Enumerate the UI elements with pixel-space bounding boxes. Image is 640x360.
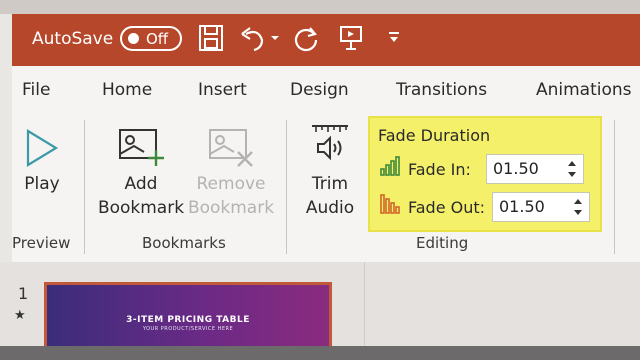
- spinner-arrows-icon[interactable]: [573, 195, 583, 219]
- trim-audio-label-2[interactable]: Audio: [302, 196, 358, 220]
- slide-thumbnail-title: 3-ITEM PRICING TABLE: [126, 315, 250, 325]
- tab-animations[interactable]: Animations: [536, 80, 632, 100]
- spinner-arrows-icon[interactable]: [567, 157, 577, 181]
- fade-out-label: Fade Out:: [408, 198, 486, 217]
- fade-out-value[interactable]: 01.50: [499, 197, 545, 216]
- autosave-state: Off: [146, 30, 169, 48]
- separator: [614, 120, 615, 254]
- customize-toolbar-icon[interactable]: [388, 30, 400, 49]
- separator: [286, 120, 287, 254]
- fade-duration-highlight: Fade Duration Fade In: 01.50 Fade Out: 0…: [368, 116, 602, 232]
- redo-icon[interactable]: [292, 24, 320, 56]
- slide-thumbnail-subtitle: YOUR PRODUCT/SERVICE HERE: [142, 326, 234, 332]
- undo-icon[interactable]: [240, 24, 266, 56]
- bottom-frame-strip: [0, 346, 640, 360]
- slide-number: 1: [18, 284, 29, 303]
- slide-thumbnail[interactable]: 3-ITEM PRICING TABLE YOUR PRODUCT/SERVIC…: [44, 282, 332, 352]
- panel-divider: [364, 262, 365, 346]
- save-icon[interactable]: [198, 24, 224, 56]
- tab-design[interactable]: Design: [290, 80, 349, 100]
- fade-in-label: Fade In:: [408, 160, 471, 179]
- top-frame-strip: [0, 0, 640, 14]
- remove-bookmark-icon: [206, 126, 256, 174]
- editing-group-label: Editing: [416, 234, 469, 252]
- bookmarks-group-label: Bookmarks: [142, 234, 226, 252]
- separator: [84, 120, 85, 254]
- undo-dropdown-icon[interactable]: [270, 28, 280, 47]
- toggle-knob: [128, 33, 139, 44]
- fade-in-spinner[interactable]: 01.50: [486, 154, 584, 184]
- trim-audio-label-1[interactable]: Trim: [302, 172, 358, 196]
- preview-group-label: Preview: [12, 234, 71, 252]
- fade-out-icon: [380, 194, 402, 218]
- tab-insert[interactable]: Insert: [198, 80, 247, 100]
- ribbon: File Home Insert Design Transitions Anim…: [12, 66, 640, 262]
- tab-home[interactable]: Home: [102, 80, 152, 100]
- play-icon[interactable]: [24, 128, 60, 172]
- add-bookmark-label-2[interactable]: Bookmark: [96, 196, 186, 220]
- slide-animation-star-icon: ★: [14, 308, 26, 323]
- tab-transitions[interactable]: Transitions: [396, 80, 487, 100]
- present-icon[interactable]: [338, 24, 366, 56]
- play-button[interactable]: Play: [16, 172, 68, 196]
- add-bookmark-label-1[interactable]: Add: [96, 172, 186, 196]
- fade-out-spinner[interactable]: 01.50: [492, 192, 590, 222]
- tab-file[interactable]: File: [22, 80, 50, 100]
- fade-in-icon: [380, 156, 402, 180]
- remove-bookmark-label-2: Bookmark: [187, 198, 275, 218]
- slide-panel: 1 ★ 3-ITEM PRICING TABLE YOUR PRODUCT/SE…: [0, 262, 640, 352]
- add-bookmark-icon[interactable]: [116, 126, 166, 174]
- trim-audio-icon[interactable]: [310, 122, 350, 172]
- autosave-toggle[interactable]: Off: [120, 26, 182, 51]
- autosave-label: AutoSave: [32, 29, 114, 49]
- remove-bookmark-label-1: Remove: [196, 174, 266, 194]
- fade-in-value[interactable]: 01.50: [493, 159, 539, 178]
- title-bar: AutoSave Off: [12, 14, 640, 66]
- fade-duration-title: Fade Duration: [378, 126, 491, 145]
